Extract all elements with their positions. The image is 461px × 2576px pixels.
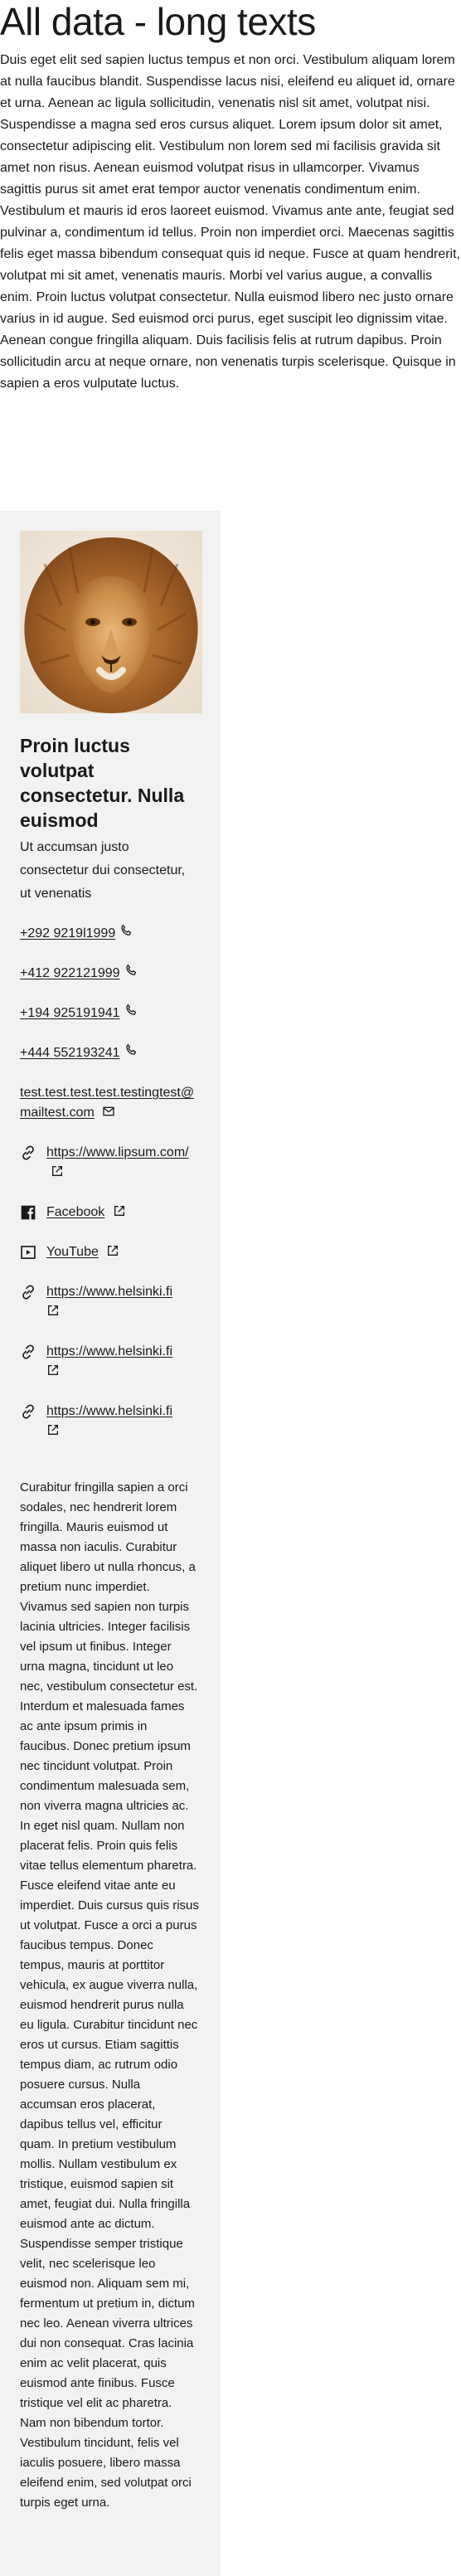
phone-icon — [125, 1044, 136, 1055]
youtube-link[interactable]: YouTube — [46, 1245, 99, 1259]
phone-row: +194 925191941 — [20, 1004, 202, 1023]
card-body-text: Curabitur fringilla sapien a orci sodale… — [20, 1480, 199, 2510]
helsinki-link[interactable]: https://www.helsinki.fi — [46, 1404, 172, 1418]
external-link-icon — [108, 1246, 119, 1256]
youtube-icon — [21, 1246, 36, 1259]
page-title: All data - long texts — [0, 0, 316, 43]
phone-row: +292 9219l1999 — [20, 924, 202, 944]
card-subtitle: Ut accumsan justo consectetur dui consec… — [20, 840, 186, 901]
external-link-icon — [114, 1206, 124, 1216]
link-icon — [22, 1404, 34, 1419]
phone-icon — [121, 925, 132, 936]
phone-row: +444 552193241 — [20, 1043, 202, 1063]
phone-link[interactable]: +292 9219l1999 — [20, 924, 115, 944]
phone-icon — [125, 965, 136, 975]
link-row: https://www.lipsum.com/ — [20, 1143, 202, 1183]
link-icon — [22, 1145, 34, 1160]
external-link-icon — [48, 1305, 58, 1315]
card-title: Proin luctus volutpat consectetur. Nulla… — [20, 735, 185, 831]
envelope-icon — [103, 1106, 114, 1116]
phone-link[interactable]: +412 922121999 — [20, 964, 120, 984]
phone-link[interactable]: +194 925191941 — [20, 1004, 120, 1023]
link-row: Facebook — [20, 1203, 202, 1222]
helsinki-link[interactable]: https://www.helsinki.fi — [46, 1285, 172, 1299]
link-icon — [22, 1344, 34, 1359]
lion-image — [20, 531, 202, 713]
external-link-icon — [48, 1365, 58, 1375]
phone-link[interactable]: +444 552193241 — [20, 1043, 120, 1063]
link-row: https://www.helsinki.fi — [20, 1342, 202, 1382]
external-link-icon — [52, 1166, 62, 1176]
contact-list: +292 9219l1999 +412 922121999 +194 92519… — [20, 924, 202, 1441]
intro-paragraph: Duis eget elit sed sapien luctus tempus … — [0, 53, 460, 391]
email-row: test.test.test.test.testingtest@mailtest… — [20, 1083, 202, 1123]
link-row: https://www.helsinki.fi — [20, 1282, 202, 1322]
link-icon — [22, 1285, 34, 1300]
lipsum-link[interactable]: https://www.lipsum.com/ — [46, 1145, 189, 1159]
phone-row: +412 922121999 — [20, 964, 202, 984]
helsinki-link[interactable]: https://www.helsinki.fi — [46, 1344, 172, 1358]
contact-card: Proin luctus volutpat consectetur. Nulla… — [0, 511, 221, 2576]
facebook-link[interactable]: Facebook — [46, 1205, 104, 1219]
link-row: https://www.helsinki.fi — [20, 1402, 202, 1441]
phone-icon — [125, 1004, 136, 1015]
facebook-icon — [21, 1205, 36, 1220]
external-link-icon — [48, 1425, 58, 1435]
link-row: YouTube — [20, 1242, 202, 1262]
